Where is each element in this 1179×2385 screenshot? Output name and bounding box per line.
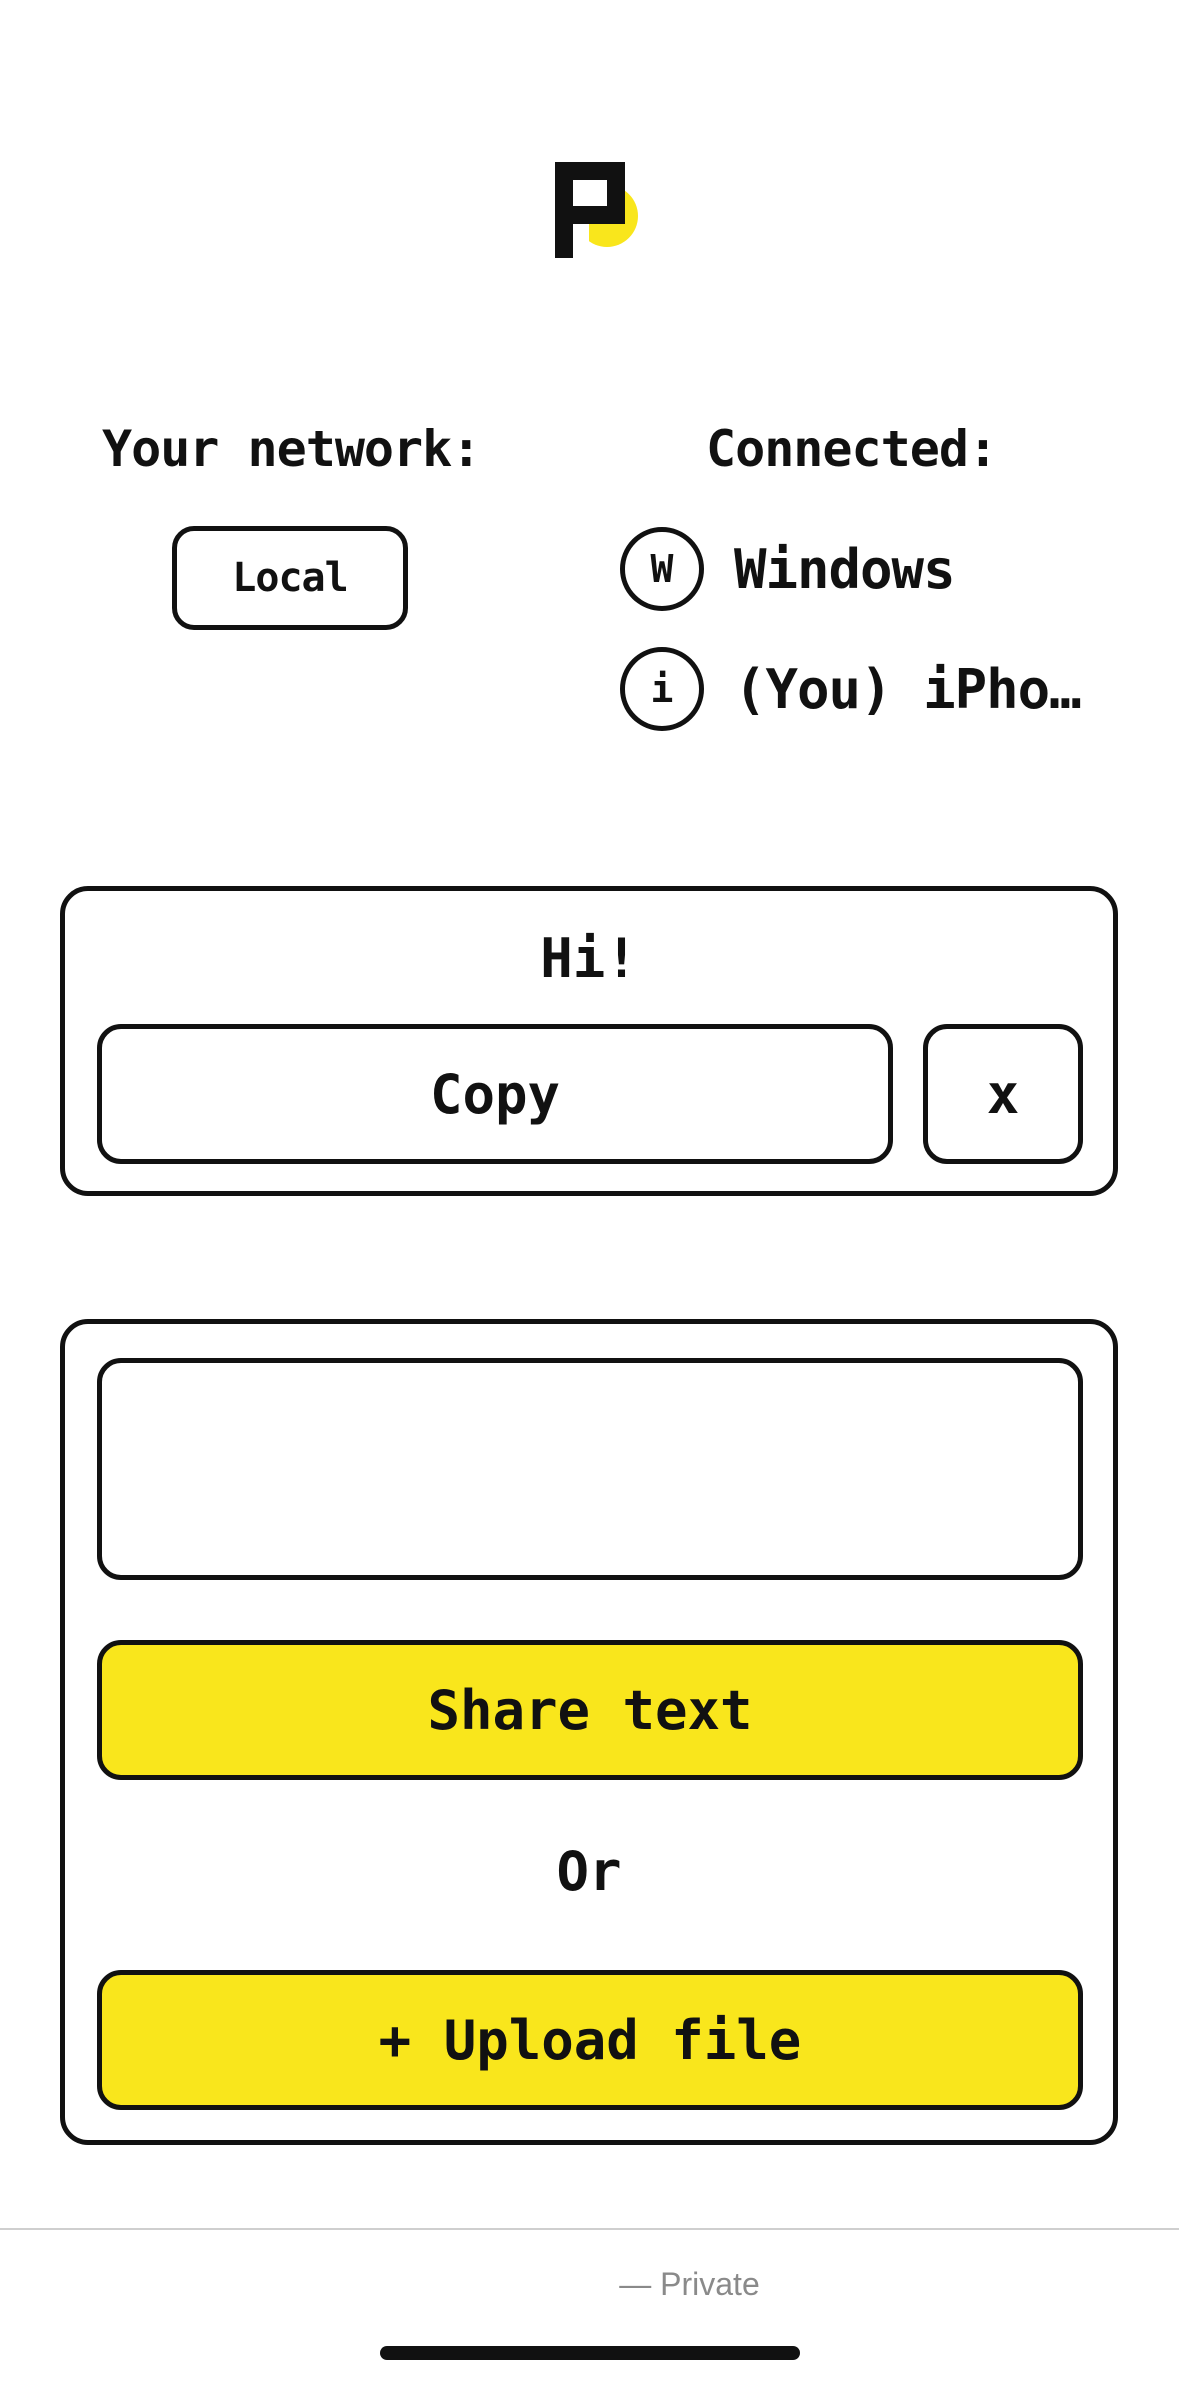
share-text-button[interactable]: Share text [97,1640,1083,1780]
network-section: Your network: [102,420,492,478]
device-name: Windows [734,537,955,601]
message-text: Hi! [540,927,638,990]
device-item-you[interactable]: i (You) iPho… [620,644,1081,734]
dismiss-button[interactable]: x [923,1024,1083,1164]
share-card: Share text Or + Upload file [60,1319,1118,2145]
footer-label: — Private [619,2266,760,2302]
network-mode-button[interactable]: Local [172,526,408,630]
home-indicator[interactable] [380,2346,800,2360]
received-message-card: Hi! Copy x [60,886,1118,1196]
network-title: Your network: [102,420,481,478]
device-name: (You) iPho… [734,657,1081,721]
connected-section: Connected: [706,420,1179,478]
share-text-input[interactable] [97,1358,1083,1580]
app-logo [555,162,638,258]
upload-file-button[interactable]: + Upload file [97,1970,1083,2110]
device-item-windows[interactable]: W Windows [620,524,955,614]
or-separator: Or [556,1840,622,1903]
footer-divider [0,2228,1179,2230]
device-avatar: i [620,647,704,731]
copy-button[interactable]: Copy [97,1024,893,1164]
device-avatar: W [620,527,704,611]
connected-title: Connected: [706,420,998,478]
